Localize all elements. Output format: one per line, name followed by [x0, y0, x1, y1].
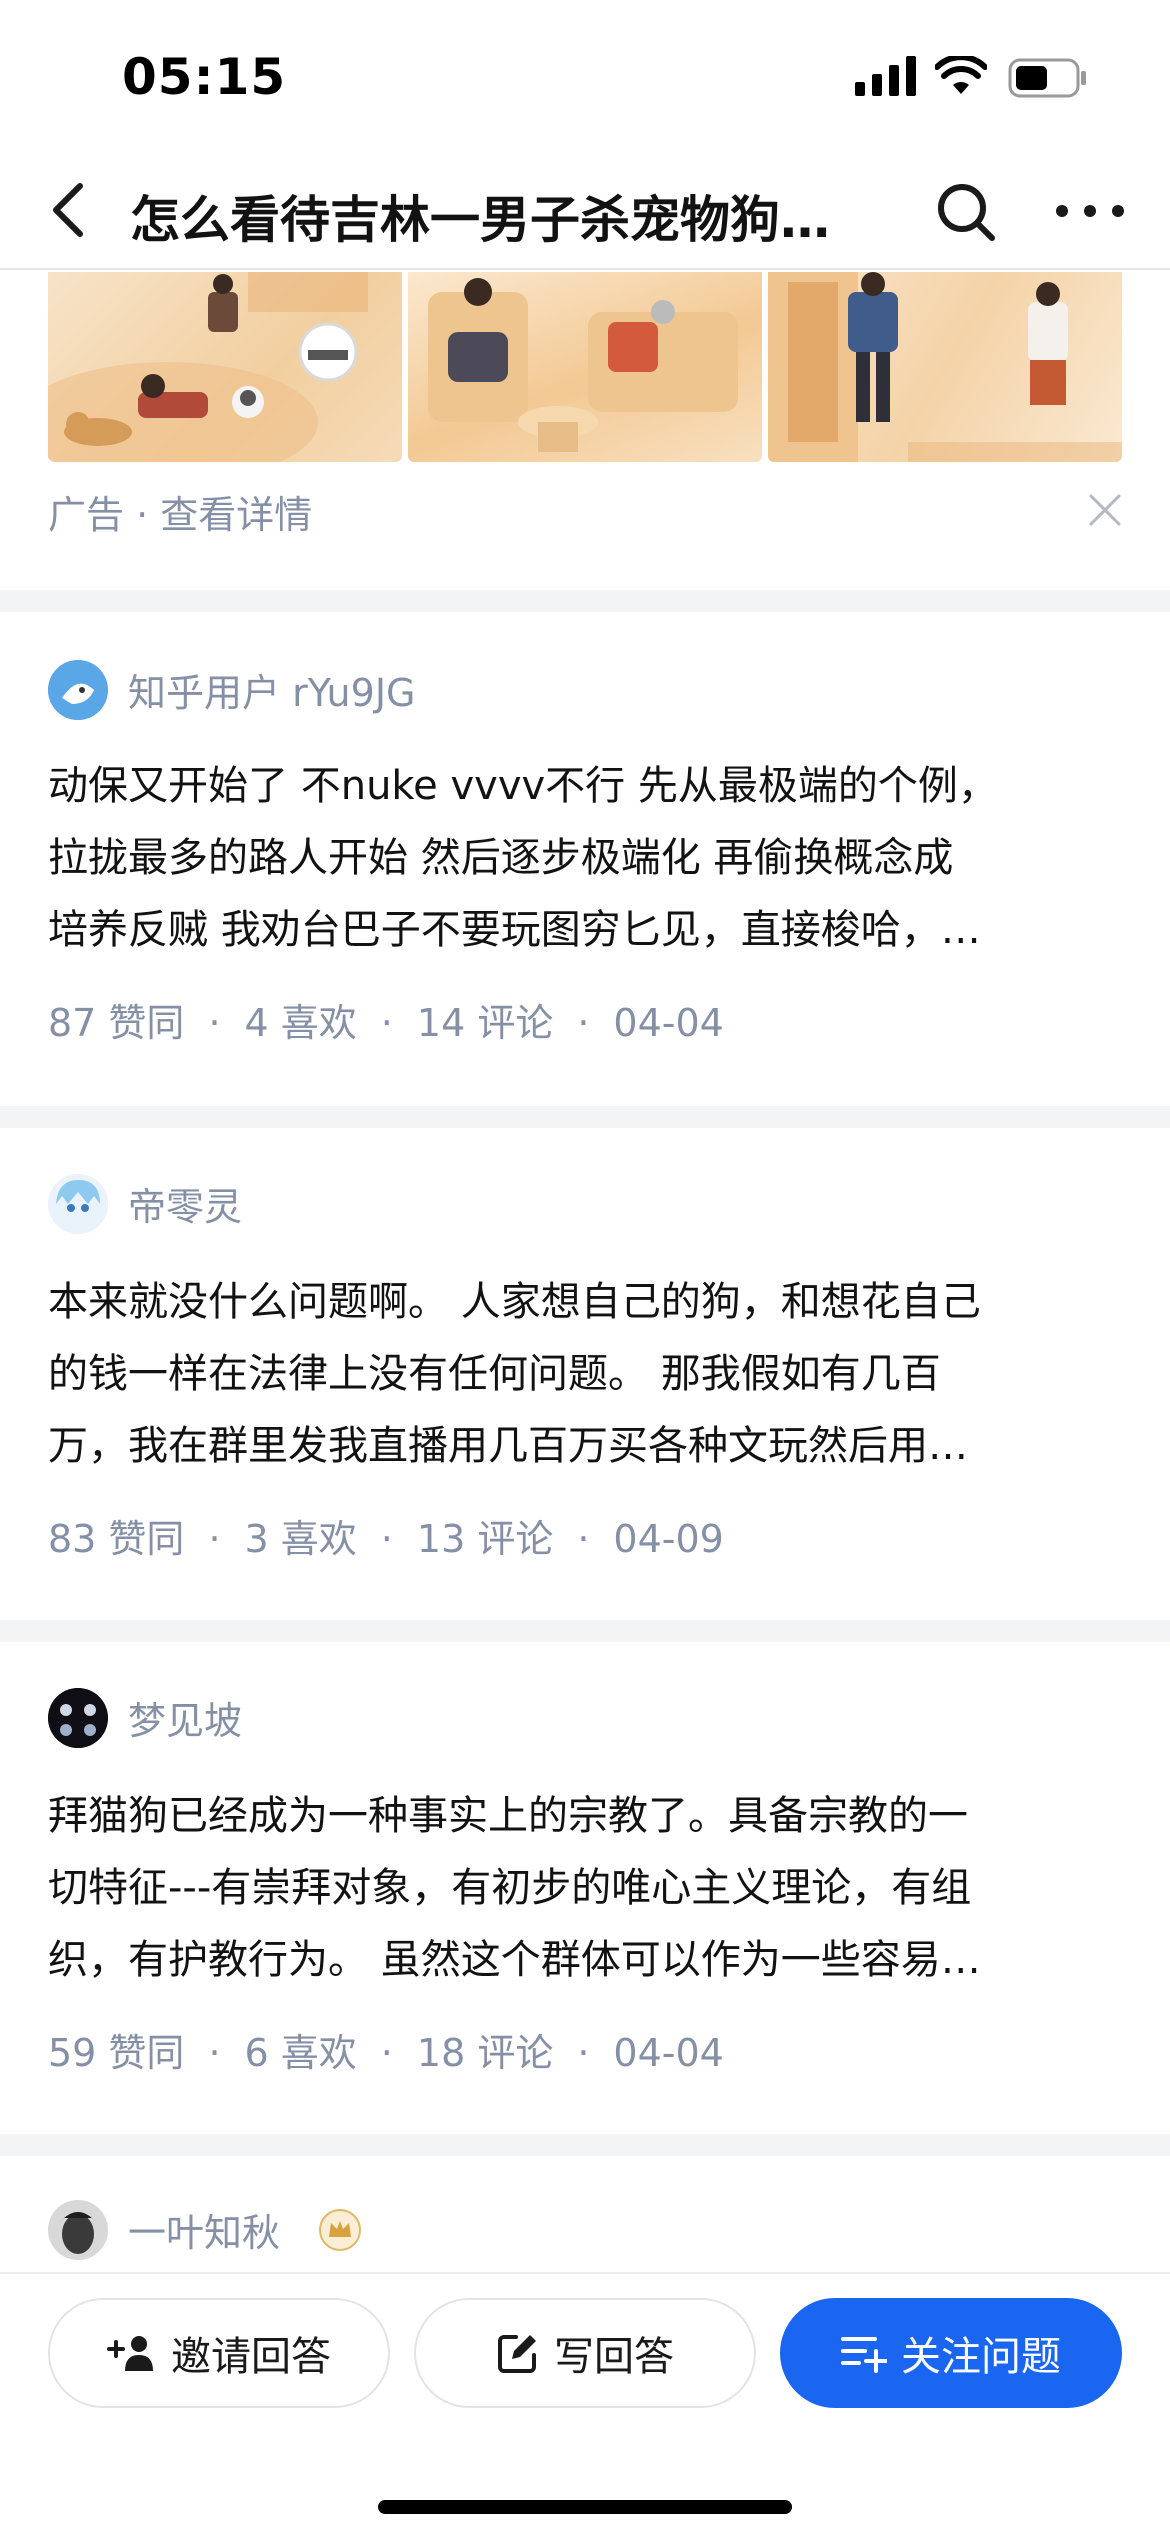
avatar[interactable] — [48, 1688, 108, 1748]
excerpt-line: 的钱一样在法律上没有任何问题。 那我假如有几百 — [48, 1351, 941, 1397]
answer-date: 04-04 — [613, 1001, 724, 1045]
more-options-icon[interactable] — [1050, 176, 1130, 246]
section-divider — [0, 2134, 1170, 2156]
back-arrow-icon[interactable] — [40, 178, 104, 242]
author-name[interactable]: 梦见坡 — [128, 1690, 242, 1745]
invite-answer-button[interactable]: 邀请回答 — [48, 2298, 390, 2408]
favorites-count: 3 喜欢 — [244, 1517, 357, 1561]
ad-card[interactable]: 广告 · 查看详情 — [0, 272, 1170, 590]
answer-meta: 83 赞同 · 3 喜欢 · 13 评论 · 04-09 — [48, 1517, 724, 1561]
question-header: 怎么看待吉林一男子杀宠物狗… — [0, 150, 1170, 270]
favorites-count: 4 喜欢 — [244, 1001, 357, 1045]
edit-icon — [498, 2335, 536, 2373]
excerpt-line: 本来就没什么问题啊。 人家想自己的狗，和想花自己 — [48, 1279, 981, 1325]
cellular-signal-icon — [855, 56, 916, 96]
avatar[interactable] — [48, 1174, 108, 1234]
answer-date: 04-09 — [613, 1517, 724, 1561]
section-divider — [0, 1620, 1170, 1642]
wifi-icon — [935, 56, 987, 94]
write-answer-button[interactable]: 写回答 — [414, 2298, 756, 2408]
answer-card[interactable]: 一叶知秋 — [0, 2156, 1170, 2272]
section-divider — [0, 590, 1170, 612]
add-user-icon — [107, 2336, 153, 2371]
bottom-action-bar: 邀请回答 写回答 关注问题 — [0, 2272, 1170, 2532]
excerpt-line: 培养反贼 我劝台巴子不要玩图穷匕见，直接梭哈，… — [48, 907, 981, 953]
likes-count: 59 赞同 — [48, 2031, 185, 2075]
answer-meta: 59 赞同 · 6 喜欢 · 18 评论 · 04-04 — [48, 2031, 724, 2075]
excerpt-line: 织，有护教行为。 虽然这个群体可以作为一些容易… — [48, 1937, 981, 1983]
avatar[interactable] — [48, 2200, 108, 2260]
author-name[interactable]: 一叶知秋 — [128, 2202, 280, 2257]
excerpt-line: 动保又开始了 不nuke vvvv不行 先从最极端的个例， — [48, 763, 998, 809]
excerpt-line: 切特征---有崇拜对象，有初步的唯心主义理论，有组 — [48, 1865, 972, 1911]
battery-icon — [1008, 58, 1086, 98]
answer-card[interactable]: 知乎用户 rYu9JG 动保又开始了 不nuke vvvv不行 先从最极端的个例… — [0, 612, 1170, 1106]
answer-meta: 87 赞同 · 4 喜欢 · 14 评论 · 04-04 — [48, 1001, 724, 1045]
write-answer-label: 写回答 — [554, 2334, 674, 2380]
section-divider — [0, 1106, 1170, 1128]
author-name[interactable]: 知乎用户 rYu9JG — [128, 662, 415, 717]
likes-count: 87 赞同 — [48, 1001, 185, 1045]
comments-count: 14 评论 — [416, 1001, 554, 1045]
excerpt-line: 拉拢最多的路人开始 然后逐步极端化 再偷换概念成 — [48, 835, 954, 881]
answer-excerpt[interactable]: 本来就没什么问题啊。 人家想自己的狗，和想花自己 的钱一样在法律上没有任何问题。… — [48, 1266, 1124, 1482]
likes-count: 83 赞同 — [48, 1517, 185, 1561]
ad-label[interactable]: 广告 · 查看详情 — [48, 484, 312, 539]
question-title[interactable]: 怎么看待吉林一男子杀宠物狗… — [130, 180, 870, 252]
ad-image-strip[interactable] — [48, 272, 1122, 462]
status-time: 05:15 — [122, 48, 287, 106]
close-icon[interactable] — [1085, 490, 1125, 530]
avatar[interactable] — [48, 660, 108, 720]
answer-card[interactable]: 帝零灵 本来就没什么问题啊。 人家想自己的狗，和想花自己 的钱一样在法律上没有任… — [0, 1128, 1170, 1620]
follow-question-label: 关注问题 — [901, 2334, 1061, 2380]
crown-badge-icon — [319, 2209, 361, 2251]
answer-date: 04-04 — [613, 2031, 724, 2075]
author-name[interactable]: 帝零灵 — [128, 1176, 242, 1231]
follow-question-button[interactable]: 关注问题 — [780, 2298, 1122, 2408]
add-list-icon — [841, 2337, 887, 2373]
answer-card[interactable]: 梦见坡 拜猫狗已经成为一种事实上的宗教了。具备宗教的一 切特征---有崇拜对象，… — [0, 1642, 1170, 2134]
ad-image-doorway[interactable] — [768, 272, 1122, 462]
answer-excerpt[interactable]: 拜猫狗已经成为一种事实上的宗教了。具备宗教的一 切特征---有崇拜对象，有初步的… — [48, 1780, 1124, 1996]
comments-count: 18 评论 — [416, 2031, 554, 2075]
invite-answer-label: 邀请回答 — [171, 2334, 331, 2380]
ad-image-sofa[interactable] — [408, 272, 762, 462]
favorites-count: 6 喜欢 — [244, 2031, 357, 2075]
home-indicator[interactable] — [378, 2500, 792, 2514]
ad-image-living-room[interactable] — [48, 272, 402, 462]
answer-excerpt[interactable]: 动保又开始了 不nuke vvvv不行 先从最极端的个例， 拉拢最多的路人开始 … — [48, 750, 1124, 966]
status-bar: 05:15 — [0, 0, 1170, 150]
comments-count: 13 评论 — [416, 1517, 554, 1561]
search-icon[interactable] — [930, 176, 1000, 246]
excerpt-line: 万，我在群里发我直播用几百万买各种文玩然后用… — [48, 1423, 968, 1469]
excerpt-line: 拜猫狗已经成为一种事实上的宗教了。具备宗教的一 — [48, 1793, 968, 1839]
